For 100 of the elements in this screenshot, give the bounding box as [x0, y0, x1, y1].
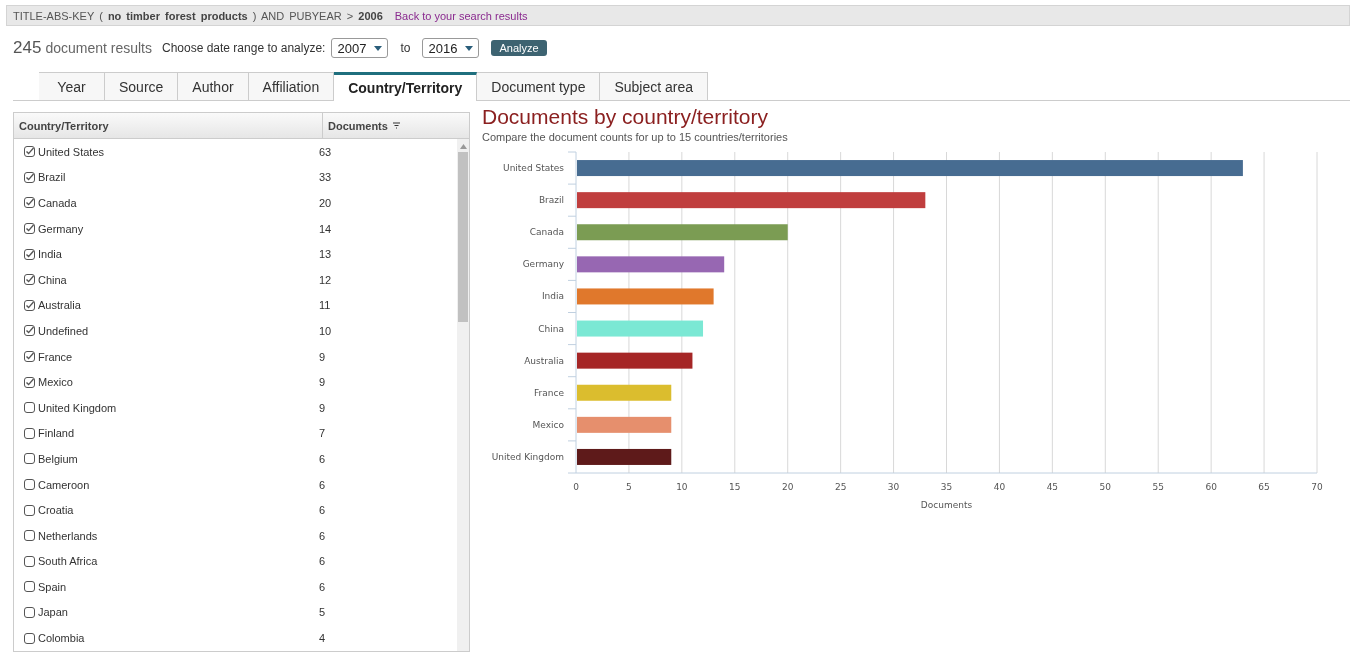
document-count: 6 — [319, 580, 326, 593]
checkbox[interactable] — [24, 248, 35, 260]
checkbox[interactable] — [24, 325, 35, 337]
document-count: 6 — [319, 529, 326, 542]
country-name: Japan — [38, 606, 68, 619]
tick-label: 55 — [1152, 482, 1164, 492]
category-label: United Kingdom — [491, 451, 564, 462]
checkbox[interactable] — [24, 504, 35, 516]
tab[interactable]: Country/Territory — [334, 72, 478, 101]
checkbox[interactable] — [24, 632, 35, 644]
tab[interactable]: Document type — [477, 72, 601, 100]
country-name: Colombia — [38, 632, 85, 645]
checkbox[interactable] — [24, 555, 35, 567]
document-count: 14 — [319, 222, 332, 235]
document-count: 9 — [319, 401, 326, 414]
tick-label: 45 — [1046, 482, 1059, 492]
tick-label: 65 — [1258, 482, 1270, 492]
country-name: China — [38, 273, 67, 286]
document-count: 7 — [319, 427, 326, 440]
checkbox[interactable] — [24, 351, 35, 363]
country-name: Mexico — [38, 376, 73, 389]
to-label: to — [400, 41, 411, 55]
country-name: Germany — [38, 222, 84, 235]
search-query: TITLE-ABS-KEY ( no timber forest products ) AND PUBYEAR > 2006 — [13, 9, 383, 22]
country-name: Brazil — [38, 171, 66, 184]
year-dropdown[interactable]: 2016 — [422, 38, 480, 58]
tick-label: 70 — [1311, 482, 1323, 492]
axis-title: Documents — [920, 500, 973, 510]
document-count: 20 — [319, 197, 332, 209]
country-name: Croatia — [38, 504, 74, 517]
checkbox[interactable] — [24, 171, 35, 183]
checkbox[interactable] — [24, 530, 35, 542]
caret-icon[interactable] — [465, 45, 474, 51]
caret-icon[interactable] — [374, 45, 383, 51]
category-label: China — [538, 323, 564, 334]
checkbox[interactable] — [24, 607, 35, 618]
tab[interactable]: Affiliation — [248, 72, 335, 100]
tab[interactable]: Subject area — [600, 72, 709, 100]
tick-label: 5 — [626, 482, 632, 492]
category-label: United States — [503, 163, 564, 174]
year-dropdown[interactable]: 2007 — [331, 38, 389, 58]
tab[interactable]: Source — [105, 72, 179, 100]
checkbox[interactable] — [24, 427, 35, 439]
document-count: 5 — [319, 606, 326, 619]
document-count: 13 — [319, 248, 332, 261]
document-count: 11 — [319, 299, 331, 312]
country-name: Spain — [38, 580, 67, 593]
document-count: 6 — [319, 504, 326, 517]
document-count: 9 — [319, 350, 326, 363]
column-header[interactable]: Country/Territory — [14, 113, 323, 138]
checkbox[interactable] — [24, 581, 35, 593]
checkbox[interactable] — [24, 453, 35, 465]
document-count: 6 — [319, 555, 326, 568]
country-name: Finland — [38, 427, 75, 440]
country-name: Cameroon — [38, 478, 90, 491]
document-count: 33 — [319, 171, 332, 184]
checkbox[interactable] — [24, 223, 35, 235]
country-name: Canada — [38, 197, 77, 209]
back-link[interactable]: Back to your search results — [394, 9, 528, 22]
document-count: 6 — [319, 478, 326, 491]
chart-subtitle: Compare the document counts for up to 15 countries/territories — [482, 131, 789, 143]
document-count: 9 — [319, 376, 326, 389]
document-count: 10 — [319, 324, 332, 337]
tick-label: 60 — [1205, 482, 1217, 492]
scrollbar[interactable] — [457, 139, 469, 651]
checkbox[interactable] — [24, 274, 35, 286]
checkbox[interactable] — [24, 376, 35, 388]
tick-label: 10 — [676, 482, 688, 492]
country-name: Undefined — [38, 324, 89, 337]
category-label: India — [541, 291, 564, 302]
country-name: South Africa — [38, 555, 98, 568]
tick-label: 25 — [834, 482, 847, 492]
results-label: document results — [45, 40, 152, 56]
category-label: Canada — [529, 227, 564, 238]
category-label: France — [534, 387, 564, 398]
chart-title: Documents by country/territory — [482, 105, 769, 129]
tab[interactable]: Author — [178, 72, 249, 100]
document-count: 6 — [319, 452, 326, 465]
tick-label: 50 — [1099, 482, 1111, 492]
country-name: France — [38, 350, 73, 363]
date-range-label: Choose date range to analyze: — [162, 41, 326, 55]
checkbox[interactable] — [24, 402, 35, 414]
sort-icon[interactable] — [392, 122, 400, 129]
document-count: 4 — [319, 632, 326, 645]
document-count: 63 — [319, 145, 332, 158]
checkbox[interactable] — [24, 479, 35, 490]
document-count: 12 — [319, 273, 332, 286]
country-name: Belgium — [38, 452, 78, 465]
checkbox[interactable] — [24, 197, 35, 209]
category-label: Brazil — [538, 195, 564, 206]
column-header[interactable]: Documents — [323, 113, 400, 138]
tick-label: 15 — [729, 482, 741, 492]
checkbox[interactable] — [24, 146, 35, 158]
result-count: 245 — [13, 38, 42, 58]
checkbox[interactable] — [24, 299, 35, 311]
country-name: India — [38, 248, 62, 261]
category-label: Mexico — [532, 419, 564, 430]
tab[interactable]: Year — [39, 72, 105, 100]
country-name: United Kingdom — [38, 401, 117, 414]
analyze-button[interactable]: Analyze — [491, 40, 547, 56]
